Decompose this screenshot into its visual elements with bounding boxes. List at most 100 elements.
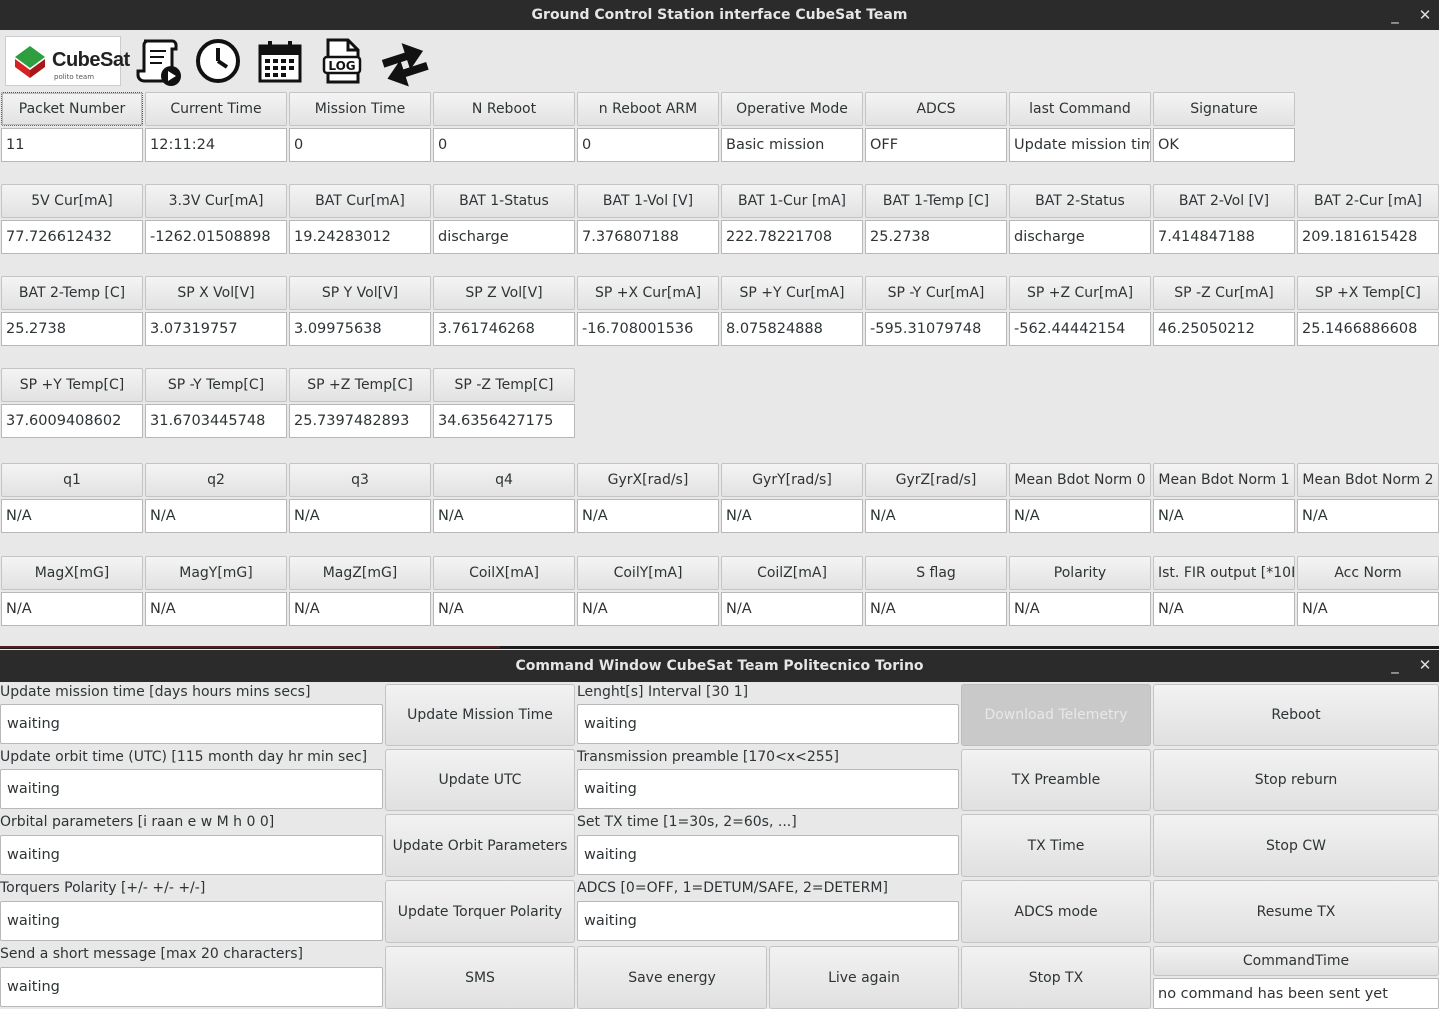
telemetry-value[interactable]: 34.6356427175 (433, 404, 575, 438)
tx-time-input[interactable]: waiting (577, 835, 959, 875)
stop-reburn-button[interactable]: Stop reburn (1153, 749, 1439, 811)
column-header[interactable]: Polarity (1009, 556, 1151, 590)
telemetry-value[interactable]: 25.7397482893 (289, 404, 431, 438)
telemetry-value[interactable]: N/A (1153, 499, 1295, 533)
telemetry-value[interactable]: 25.2738 (865, 220, 1007, 254)
column-header[interactable]: SP X Vol[V] (145, 276, 287, 310)
column-header[interactable]: MagX[mG] (1, 556, 143, 590)
column-header[interactable]: MagZ[mG] (289, 556, 431, 590)
telemetry-value[interactable]: -16.708001536 (577, 312, 719, 346)
column-header[interactable]: SP -Y Temp[C] (145, 368, 287, 402)
telemetry-value[interactable]: 11 (1, 128, 143, 162)
column-header[interactable]: GyrY[rad/s] (721, 463, 863, 497)
telemetry-value[interactable]: Basic mission (721, 128, 863, 162)
minimize-button[interactable]: _ (1387, 6, 1403, 24)
stop-tx-button[interactable]: Stop TX (961, 946, 1151, 1009)
column-header[interactable]: Ist. FIR output [*10E (1153, 556, 1295, 590)
reboot-button[interactable]: Reboot (1153, 684, 1439, 746)
telemetry-value[interactable]: N/A (433, 592, 575, 626)
telemetry-value[interactable]: -595.31079748 (865, 312, 1007, 346)
close-button[interactable]: ✕ (1417, 6, 1433, 24)
telemetry-value[interactable]: 0 (289, 128, 431, 162)
column-header[interactable]: SP -Z Temp[C] (433, 368, 575, 402)
telemetry-value[interactable]: N/A (1, 499, 143, 533)
resume-tx-button[interactable]: Resume TX (1153, 880, 1439, 943)
telemetry-value[interactable]: N/A (721, 499, 863, 533)
telemetry-value[interactable]: -1262.01508898 (145, 220, 287, 254)
telemetry-value[interactable]: N/A (1297, 499, 1439, 533)
column-header[interactable]: SP -Y Cur[mA] (865, 276, 1007, 310)
column-header[interactable]: q3 (289, 463, 431, 497)
update-mission-time-button[interactable]: Update Mission Time (385, 684, 575, 746)
column-header[interactable]: N Reboot (433, 92, 575, 126)
minimize-button[interactable]: _ (1387, 656, 1403, 674)
telemetry-value[interactable]: 3.09975638 (289, 312, 431, 346)
telemetry-value[interactable]: N/A (1009, 592, 1151, 626)
column-header[interactable]: BAT 2-Status (1009, 184, 1151, 218)
telemetry-value[interactable]: N/A (145, 499, 287, 533)
log-file-icon[interactable]: LOG (314, 34, 370, 88)
telemetry-value[interactable]: N/A (865, 592, 1007, 626)
column-header[interactable]: BAT 1-Temp [C] (865, 184, 1007, 218)
telemetry-value[interactable]: N/A (1153, 592, 1295, 626)
telemetry-value[interactable]: 25.2738 (1, 312, 143, 346)
adcs-mode-button[interactable]: ADCS mode (961, 880, 1151, 943)
column-header[interactable]: Mean Bdot Norm 1 (1153, 463, 1295, 497)
column-header[interactable]: SP +Y Cur[mA] (721, 276, 863, 310)
column-header[interactable]: last Command (1009, 92, 1151, 126)
telemetry-value[interactable]: N/A (433, 499, 575, 533)
short-message-input[interactable]: waiting (0, 967, 383, 1007)
column-header[interactable]: q4 (433, 463, 575, 497)
telemetry-value[interactable]: 77.726612432 (1, 220, 143, 254)
column-header[interactable]: 5V Cur[mA] (1, 184, 143, 218)
column-header[interactable]: Signature (1153, 92, 1295, 126)
column-header[interactable]: q2 (145, 463, 287, 497)
update-utc-button[interactable]: Update UTC (385, 749, 575, 811)
telemetry-value[interactable]: OFF (865, 128, 1007, 162)
column-header[interactable]: CoilZ[mA] (721, 556, 863, 590)
telemetry-value[interactable]: 12:11:24 (145, 128, 287, 162)
column-header[interactable]: Acc Norm (1297, 556, 1439, 590)
column-header[interactable]: SP +Z Cur[mA] (1009, 276, 1151, 310)
telemetry-value[interactable]: N/A (577, 499, 719, 533)
column-header[interactable]: MagY[mG] (145, 556, 287, 590)
column-header[interactable]: Operative Mode (721, 92, 863, 126)
telemetry-value[interactable]: N/A (1, 592, 143, 626)
column-header[interactable]: SP -Z Cur[mA] (1153, 276, 1295, 310)
column-header[interactable]: GyrZ[rad/s] (865, 463, 1007, 497)
telemetry-value[interactable]: N/A (1009, 499, 1151, 533)
telemetry-value[interactable]: 0 (433, 128, 575, 162)
telemetry-value[interactable]: -562.44442154 (1009, 312, 1151, 346)
column-header[interactable]: GyrX[rad/s] (577, 463, 719, 497)
update-orbit-params-button[interactable]: Update Orbit Parameters (385, 814, 575, 877)
telemetry-value[interactable]: 25.1466886608 (1297, 312, 1439, 346)
telemetry-value[interactable]: 209.181615428 (1297, 220, 1439, 254)
column-header[interactable]: Packet Number (1, 92, 143, 126)
telemetry-value[interactable]: N/A (145, 592, 287, 626)
column-header[interactable]: SP Z Vol[V] (433, 276, 575, 310)
stop-cw-button[interactable]: Stop CW (1153, 814, 1439, 877)
telemetry-value[interactable]: 37.6009408602 (1, 404, 143, 438)
telemetry-value[interactable]: 31.6703445748 (145, 404, 287, 438)
download-telemetry-button[interactable]: Download Telemetry (961, 684, 1151, 746)
telemetry-value[interactable]: 7.414847188 (1153, 220, 1295, 254)
column-header[interactable]: BAT 1-Vol [V] (577, 184, 719, 218)
column-header[interactable]: BAT 2-Vol [V] (1153, 184, 1295, 218)
column-header[interactable]: Mean Bdot Norm 0 (1009, 463, 1151, 497)
telemetry-value[interactable]: N/A (865, 499, 1007, 533)
play-log-icon[interactable] (130, 34, 186, 88)
orbit-time-input[interactable]: waiting (0, 769, 383, 809)
interval-input[interactable]: waiting (577, 704, 959, 744)
telemetry-value[interactable]: discharge (1009, 220, 1151, 254)
column-header[interactable]: BAT 2-Cur [mA] (1297, 184, 1439, 218)
save-energy-button[interactable]: Save energy (577, 946, 767, 1009)
telemetry-value[interactable]: 3.07319757 (145, 312, 287, 346)
column-header[interactable]: SP +Y Temp[C] (1, 368, 143, 402)
calendar-icon[interactable] (252, 34, 308, 88)
column-header[interactable]: SP Y Vol[V] (289, 276, 431, 310)
column-header[interactable]: ADCS (865, 92, 1007, 126)
column-header[interactable]: 3.3V Cur[mA] (145, 184, 287, 218)
column-header[interactable]: BAT 2-Temp [C] (1, 276, 143, 310)
telemetry-value[interactable]: N/A (1297, 592, 1439, 626)
tx-preamble-button[interactable]: TX Preamble (961, 749, 1151, 811)
